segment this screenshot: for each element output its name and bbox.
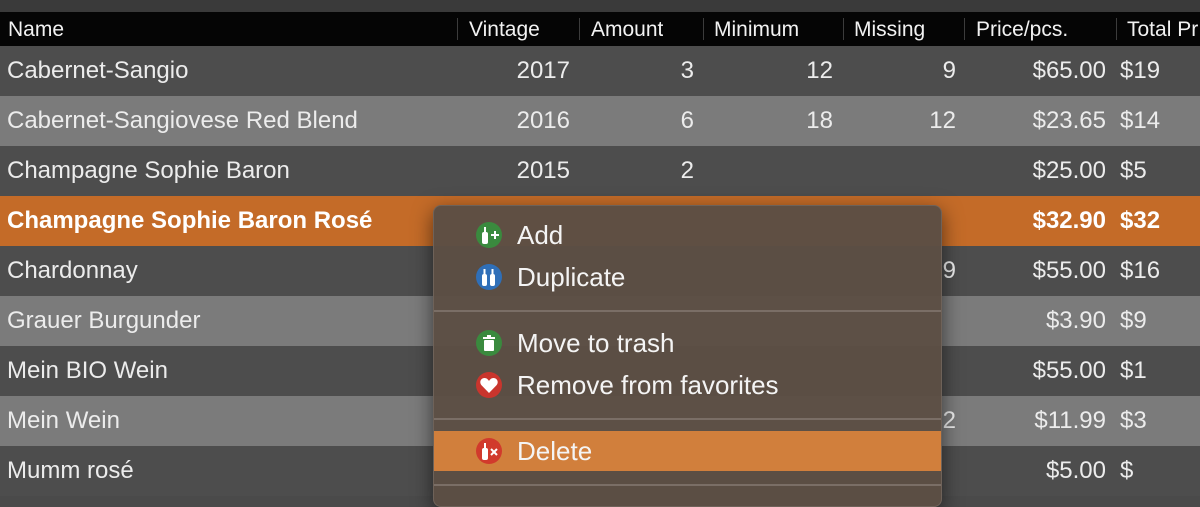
column-header-amount[interactable]: Amount [591,12,663,46]
context-menu: Add Duplicate Move to trash Remove from … [433,205,942,507]
cell-name: Cabernet-Sangiovese Red Blend [7,107,358,134]
cell-vintage: 2017 [516,57,570,84]
cell-total: $ [1120,457,1134,484]
column-divider[interactable] [579,18,580,40]
column-header-price[interactable]: Price/pcs. [976,12,1068,46]
cell-missing: 9 [942,57,956,84]
cell-price: $23.65 [1032,107,1106,134]
cell-name: Mumm rosé [7,457,134,484]
cell-total: $5 [1120,157,1147,184]
cell-name: Cabernet-Sangio [7,57,189,84]
column-divider[interactable] [964,18,965,40]
menu-item-add[interactable]: Add [434,215,941,255]
bottle-add-icon [476,222,502,248]
column-header-name[interactable]: Name [8,12,64,46]
heart-icon [476,372,502,398]
bottles-duplicate-icon [476,264,502,290]
column-header-missing[interactable]: Missing [854,12,925,46]
cell-total: $1 [1120,357,1147,384]
cell-name: Champagne Sophie Baron [7,157,290,184]
cell-price: $55.00 [1032,357,1106,384]
cell-price: $5.00 [1045,457,1106,484]
trash-bin-icon [476,330,502,356]
cell-total: $19 [1120,57,1161,84]
cell-price: $65.00 [1032,57,1106,84]
cell-total: $9 [1120,307,1147,334]
table-row[interactable]: Champagne Sophie Baron 2015 2 $25.00 $5 [0,146,1200,196]
cell-amount: 2 [680,157,694,184]
menu-item-label: Add [517,220,564,250]
cell-price: $25.00 [1032,157,1106,184]
cell-minimum: 12 [806,57,833,84]
cell-price: $11.99 [1034,407,1106,434]
cell-minimum [705,146,833,196]
column-divider[interactable] [457,18,458,40]
cell-missing [845,146,956,196]
table-row[interactable]: Cabernet-Sangio 2017 3 12 9 $65.00 $19 [0,46,1200,96]
cell-total: $16 [1120,257,1161,284]
cell-name: Grauer Burgunder [7,307,201,334]
column-header-vintage[interactable]: Vintage [469,12,540,46]
cell-vintage: 2015 [516,157,570,184]
menu-separator [434,418,941,420]
column-header-minimum[interactable]: Minimum [714,12,799,46]
cell-total: $3 [1120,407,1147,434]
column-divider[interactable] [1116,18,1117,40]
column-divider[interactable] [703,18,704,40]
cell-price: $3.90 [1045,307,1106,334]
cell-name: Chardonnay [7,257,138,284]
menu-item-move-to-trash[interactable]: Move to trash [434,323,941,363]
cell-amount: 3 [680,57,694,84]
cell-minimum: 18 [806,107,833,134]
menu-item-label: Duplicate [517,262,626,292]
cell-total: $32 [1120,207,1161,234]
cell-amount: 6 [680,107,694,134]
menu-item-label: Delete [517,436,593,466]
cell-price: $32.90 [1032,207,1106,234]
menu-item-remove-from-favorites[interactable]: Remove from favorites [434,365,941,405]
menu-separator [434,310,941,312]
window-top-strip [0,0,1200,12]
menu-item-duplicate[interactable]: Duplicate [434,257,941,297]
cell-missing: 12 [929,107,956,134]
cell-name: Champagne Sophie Baron Rosé [7,207,373,234]
cell-price: $55.00 [1032,257,1106,284]
cell-total: $14 [1120,107,1161,134]
menu-item-label: Remove from favorites [517,370,779,400]
column-header-total[interactable]: Total Pr [1127,12,1198,46]
menu-separator [434,484,941,486]
table-row[interactable]: Cabernet-Sangiovese Red Blend 2016 6 18 12 $2… [0,96,1200,146]
cell-vintage: 2016 [516,107,570,134]
cell-name: Mein BIO Wein [7,357,168,384]
column-divider[interactable] [843,18,844,40]
menu-item-delete[interactable]: Delete [434,431,941,471]
cell-name: Mein Wein [7,407,120,434]
menu-item-label: Move to trash [517,328,675,358]
table-header: Name Vintage Amount Minimum Missing Pric… [0,12,1200,46]
bottle-delete-icon [476,438,502,464]
